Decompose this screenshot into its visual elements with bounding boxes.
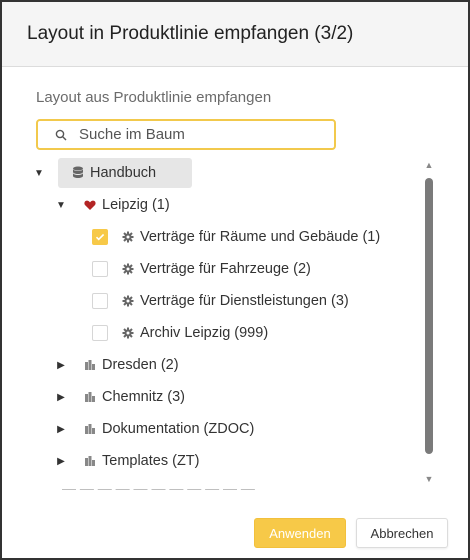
dialog-subtitle: Layout aus Produktlinie empfangen — [36, 89, 272, 106]
tree-label: Verträge für Räume und Gebäude (1) — [140, 229, 381, 245]
checkbox[interactable] — [92, 325, 108, 341]
checkmark-icon — [95, 233, 105, 241]
tree-node-dresden[interactable]: ▶ Dresden (2) — [54, 350, 179, 380]
scroll-up-arrow-icon[interactable]: ▲ — [422, 160, 436, 170]
tree-label-dokumentation: Dokumentation (ZDOC) — [102, 421, 255, 437]
heart-icon — [84, 200, 96, 210]
scroll-down-arrow-icon[interactable]: ▼ — [422, 474, 436, 484]
tree-node-chemnitz[interactable]: ▶ Chemnitz (3) — [54, 382, 185, 412]
apply-button[interactable]: Anwenden — [254, 518, 346, 548]
tree-label-templates: Templates (ZT) — [102, 453, 200, 469]
building-icon — [85, 424, 95, 434]
tree-label-leipzig: Leipzig (1) — [102, 197, 170, 213]
tree-label: Verträge für Dienstleistungen (3) — [140, 293, 349, 309]
checkbox[interactable] — [92, 229, 108, 245]
scrollbar[interactable]: ▲ ▼ — [422, 160, 436, 484]
tree-node-archiv-leipzig[interactable]: Archiv Leipzig (999) — [92, 318, 268, 348]
tree-label-handbuch: Handbuch — [90, 165, 157, 181]
caret-down-icon[interactable]: ▼ — [54, 200, 68, 211]
search-input[interactable] — [77, 125, 321, 144]
tree-node-templates[interactable]: ▶ Templates (ZT) — [54, 446, 200, 476]
tree-label-dresden: Dresden (2) — [102, 357, 179, 373]
search-box[interactable] — [36, 119, 336, 150]
checkbox[interactable] — [92, 293, 108, 309]
tree-node-handbuch[interactable]: ▼ Handbuch — [32, 158, 193, 188]
dialog-header: Layout in Produktlinie empfangen (3/2) — [2, 2, 468, 67]
gear-icon — [122, 295, 134, 307]
scroll-thumb[interactable] — [425, 178, 433, 454]
caret-right-icon[interactable]: ▶ — [54, 360, 68, 371]
gear-icon — [122, 231, 134, 243]
building-icon — [85, 456, 95, 466]
dialog-title: Layout in Produktlinie empfangen (3/2) — [27, 23, 354, 44]
tree-label: Archiv Leipzig (999) — [140, 325, 269, 341]
tree-node-leipzig[interactable]: ▼ Leipzig (1) — [54, 190, 170, 220]
cancel-button[interactable]: Abbrechen — [356, 518, 448, 548]
dialog-footer: Anwenden Abbrechen — [254, 518, 448, 548]
gear-icon — [122, 327, 134, 339]
caret-down-icon[interactable]: ▼ — [32, 168, 46, 179]
database-icon — [73, 166, 83, 178]
search-icon — [55, 129, 67, 140]
building-icon — [85, 360, 95, 370]
gear-icon — [122, 263, 134, 275]
root-pill[interactable]: Handbuch — [58, 158, 193, 188]
tree-view: ▼ Handbuch ▼ Leipzig (1) Verträge für Rä… — [32, 158, 412, 488]
tree-label: Verträge für Fahrzeuge (2) — [140, 261, 311, 277]
checkbox[interactable] — [92, 261, 108, 277]
tree-label-chemnitz: Chemnitz (3) — [102, 389, 185, 405]
tree-row-cutoff: — — — — — — — — — — — — [62, 480, 255, 490]
tree-node-dokumentation[interactable]: ▶ Dokumentation (ZDOC) — [54, 414, 254, 444]
tree-node-vertraege-raeume[interactable]: Verträge für Räume und Gebäude (1) — [92, 222, 380, 252]
caret-right-icon[interactable]: ▶ — [54, 456, 68, 467]
caret-right-icon[interactable]: ▶ — [54, 392, 68, 403]
caret-right-icon[interactable]: ▶ — [54, 424, 68, 435]
building-icon — [85, 392, 95, 402]
tree-node-vertraege-dienstleistungen[interactable]: Verträge für Dienstleistungen (3) — [92, 286, 349, 316]
tree-node-vertraege-fahrzeuge[interactable]: Verträge für Fahrzeuge (2) — [92, 254, 311, 284]
dialog: Layout in Produktlinie empfangen (3/2) L… — [0, 0, 470, 560]
